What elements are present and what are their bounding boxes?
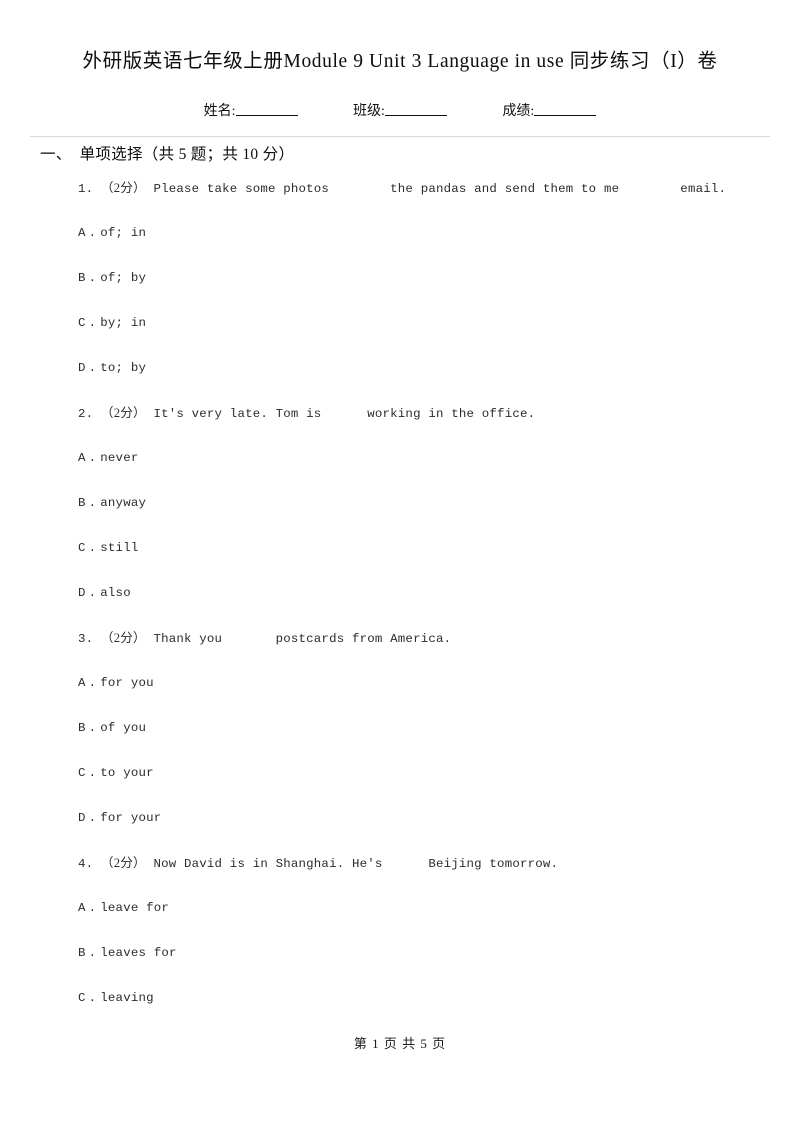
option-letter: B <box>78 721 86 735</box>
option-text: to your <box>100 766 154 780</box>
option-b[interactable]: B. anyway <box>78 481 800 526</box>
option-a[interactable]: A. leave for <box>78 886 800 931</box>
identity-label-class: 班级: <box>353 104 385 119</box>
option-dot: . <box>88 361 97 375</box>
exam-page: 外研版英语七年级上册Module 9 Unit 3 Language in us… <box>0 0 800 1132</box>
option-letter: D <box>78 811 86 825</box>
option-text: of; in <box>100 226 147 240</box>
question-index: 4. <box>78 857 94 871</box>
identity-field-score: 成绩: <box>502 100 597 120</box>
option-dot: . <box>88 496 97 510</box>
option-letter: C <box>78 316 86 330</box>
identity-blank-class[interactable] <box>384 102 447 116</box>
question-stem: 1. （2分） Please take some photos the pand… <box>78 166 800 211</box>
option-letter: B <box>78 496 86 510</box>
option-dot: . <box>88 991 97 1005</box>
option-dot: . <box>88 811 97 825</box>
option-letter: C <box>78 766 86 780</box>
option-dot: . <box>88 901 97 915</box>
option-text: by; in <box>100 316 147 330</box>
option-letter: A <box>78 451 86 465</box>
section-heading-1: 一、 单项选择（共 5 题；共 10 分） <box>40 144 800 166</box>
question-index: 3. <box>78 632 94 646</box>
option-text: still <box>100 541 139 555</box>
question-points: （2分） <box>100 856 146 870</box>
identity-blank-score[interactable] <box>534 102 597 116</box>
option-dot: . <box>88 586 97 600</box>
question-block: 2. （2分） It's very late. Tom is working i… <box>0 391 800 616</box>
question-text: Now David is in Shanghai. He's Beijing t… <box>153 857 559 871</box>
option-dot: . <box>88 676 97 690</box>
option-c[interactable]: C. by; in <box>78 301 800 346</box>
option-letter: B <box>78 271 86 285</box>
question-block: 3. （2分） Thank you postcards from America… <box>0 616 800 841</box>
option-c[interactable]: C. to your <box>78 751 800 796</box>
option-a[interactable]: A. of; in <box>78 211 800 256</box>
option-letter: A <box>78 676 86 690</box>
question-block: 4. （2分） Now David is in Shanghai. He's B… <box>0 841 800 1021</box>
identity-field-name: 姓名: <box>204 100 298 120</box>
option-text: leaves for <box>100 946 177 960</box>
option-letter: D <box>78 586 86 600</box>
option-letter: C <box>78 541 86 555</box>
question-points: （2分） <box>100 181 146 195</box>
question-stem: 3. （2分） Thank you postcards from America… <box>78 616 800 661</box>
option-dot: . <box>88 946 97 960</box>
option-dot: . <box>88 451 97 465</box>
option-dot: . <box>88 271 97 285</box>
option-text: leaving <box>100 991 154 1005</box>
identity-label-score: 成绩: <box>502 104 535 119</box>
question-text: It's very late. Tom is working in the of… <box>153 407 536 421</box>
option-text: for your <box>100 811 162 825</box>
option-letter: B <box>78 946 86 960</box>
question-points: （2分） <box>100 631 146 645</box>
option-d[interactable]: D. for your <box>78 796 800 841</box>
identity-field-class: 班级: <box>353 100 447 120</box>
option-dot: . <box>88 226 97 240</box>
page-footer: 第 1 页 共 5 页 <box>353 1036 447 1051</box>
option-dot: . <box>88 721 97 735</box>
option-letter: A <box>78 226 86 240</box>
question-text: Please take some photos the pandas and s… <box>153 182 727 196</box>
option-text: for you <box>100 676 154 690</box>
page-title: 外研版英语七年级上册Module 9 Unit 3 Language in us… <box>82 51 718 72</box>
option-text: leave for <box>100 901 170 915</box>
question-points: （2分） <box>100 406 146 420</box>
option-text: of; by <box>100 271 147 285</box>
section-title: 单项选择（共 5 题；共 10 分） <box>79 146 295 163</box>
option-c[interactable]: C. still <box>78 526 800 571</box>
question-index: 1. <box>78 182 94 196</box>
identity-row: 姓名: 班级: 成绩: <box>0 100 800 120</box>
option-b[interactable]: B. leaves for <box>78 931 800 976</box>
option-d[interactable]: D. also <box>78 571 800 616</box>
option-b[interactable]: B. of you <box>78 706 800 751</box>
exam-content: 一、 单项选择（共 5 题；共 10 分） 1. （2分） Please take… <box>0 144 800 1021</box>
option-letter: D <box>78 361 86 375</box>
option-text: also <box>100 586 131 600</box>
option-d[interactable]: D. to; by <box>78 346 800 391</box>
question-index: 2. <box>78 407 94 421</box>
option-letter: C <box>78 991 86 1005</box>
option-text: anyway <box>100 496 147 510</box>
option-text: never <box>100 451 139 465</box>
question-text: Thank you postcards from America. <box>153 632 452 646</box>
option-c[interactable]: C. leaving <box>78 976 800 1021</box>
section-number: 一、 <box>40 146 72 163</box>
option-dot: . <box>88 766 97 780</box>
option-dot: . <box>88 316 97 330</box>
option-b[interactable]: B. of; by <box>78 256 800 301</box>
option-a[interactable]: A. never <box>78 436 800 481</box>
question-block: 1. （2分） Please take some photos the pand… <box>0 166 800 391</box>
option-text: to; by <box>100 361 147 375</box>
header-divider <box>30 136 770 137</box>
identity-label-name: 姓名: <box>203 104 236 119</box>
identity-blank-name[interactable] <box>235 102 298 116</box>
option-dot: . <box>88 541 97 555</box>
question-stem: 4. （2分） Now David is in Shanghai. He's B… <box>78 841 800 886</box>
question-stem: 2. （2分） It's very late. Tom is working i… <box>78 391 800 436</box>
option-a[interactable]: A. for you <box>78 661 800 706</box>
option-text: of you <box>100 721 147 735</box>
option-letter: A <box>78 901 86 915</box>
